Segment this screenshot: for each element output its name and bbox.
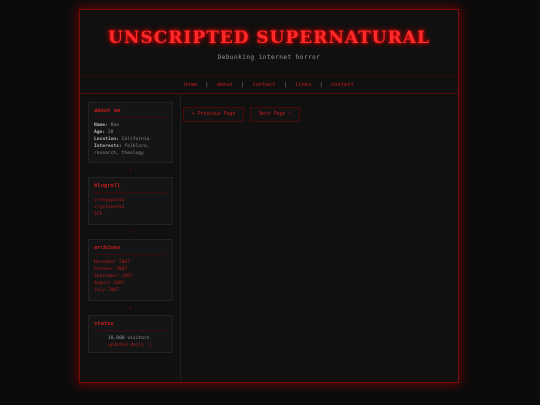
- previous-page-button[interactable]: « Previous Page: [183, 107, 245, 122]
- site-header: UNSCRIPTED SUPERNATURAL Debunking intern…: [80, 10, 458, 77]
- about-name-label: Name:: [94, 123, 108, 128]
- about-age-label: Age:: [94, 130, 106, 135]
- nav-home-link[interactable]: home: [176, 82, 205, 88]
- divider-ornament: ✦: [128, 229, 132, 235]
- about-age: Age: 28: [94, 129, 167, 136]
- about-interests-label: Interests:: [94, 144, 122, 149]
- site-tagline: Debunking internet horror: [217, 54, 321, 61]
- nav-bar: home | about | contact | links | contest: [80, 77, 458, 94]
- nav-contest-link[interactable]: contest: [323, 82, 362, 88]
- archives-widget-title: archives: [94, 245, 167, 255]
- nav-about-link[interactable]: about: [209, 82, 242, 88]
- page-frame: UNSCRIPTED SUPERNATURAL Debunking intern…: [79, 9, 459, 383]
- archive-link[interactable]: November 2007: [94, 259, 167, 266]
- sidebar: about me Name: Rae Age: 28 Location: Cal…: [80, 94, 181, 382]
- about-location: Location: California: [94, 136, 167, 143]
- blogroll-link[interactable]: cryptopedia: [94, 204, 167, 211]
- visitor-count: 10,000 visitors: [108, 336, 150, 341]
- archive-link[interactable]: July 2007: [94, 287, 167, 294]
- nav-contact-link[interactable]: contact: [244, 82, 283, 88]
- about-location-label: Location:: [94, 137, 119, 142]
- about-age-value: 28: [107, 130, 114, 135]
- next-page-button[interactable]: Next Page »: [250, 107, 301, 122]
- content-area: about me Name: Rae Age: 28 Location: Cal…: [80, 94, 458, 382]
- site-title[interactable]: UNSCRIPTED SUPERNATURAL: [80, 10, 458, 48]
- about-widget-title: about me: [94, 108, 167, 118]
- about-name: Name: Rae: [94, 122, 167, 129]
- archives-widget: archives November 2007 October 2007 Sept…: [88, 239, 173, 301]
- blogroll-widget-title: blogroll: [94, 183, 167, 193]
- divider-ornament: ✦: [128, 167, 132, 173]
- status-subtext: updated daily :): [108, 343, 153, 348]
- blogroll-link[interactable]: SCP: [94, 211, 167, 218]
- archive-link[interactable]: October 2007: [94, 266, 167, 273]
- about-interests: Interests: folklore, research, theology: [94, 143, 167, 157]
- about-widget: about me Name: Rae Age: 28 Location: Cal…: [88, 102, 173, 163]
- about-location-value: California: [121, 137, 150, 142]
- blogroll-link[interactable]: creepypasta: [94, 197, 167, 204]
- archive-link[interactable]: September 2007: [94, 273, 167, 280]
- about-name-value: Rae: [110, 123, 119, 128]
- divider-ornament: ✦: [128, 305, 132, 311]
- pagination: « Previous Page Next Page »: [183, 107, 458, 122]
- status-widget: status 10,000 visitors updated daily :): [88, 315, 173, 353]
- status-widget-title: status: [94, 321, 167, 331]
- archive-link[interactable]: August 2007: [94, 280, 167, 287]
- blogroll-widget: blogroll creepypasta cryptopedia SCP: [88, 177, 173, 225]
- nav-links-link[interactable]: links: [287, 82, 320, 88]
- main-content: « Previous Page Next Page »: [181, 94, 458, 382]
